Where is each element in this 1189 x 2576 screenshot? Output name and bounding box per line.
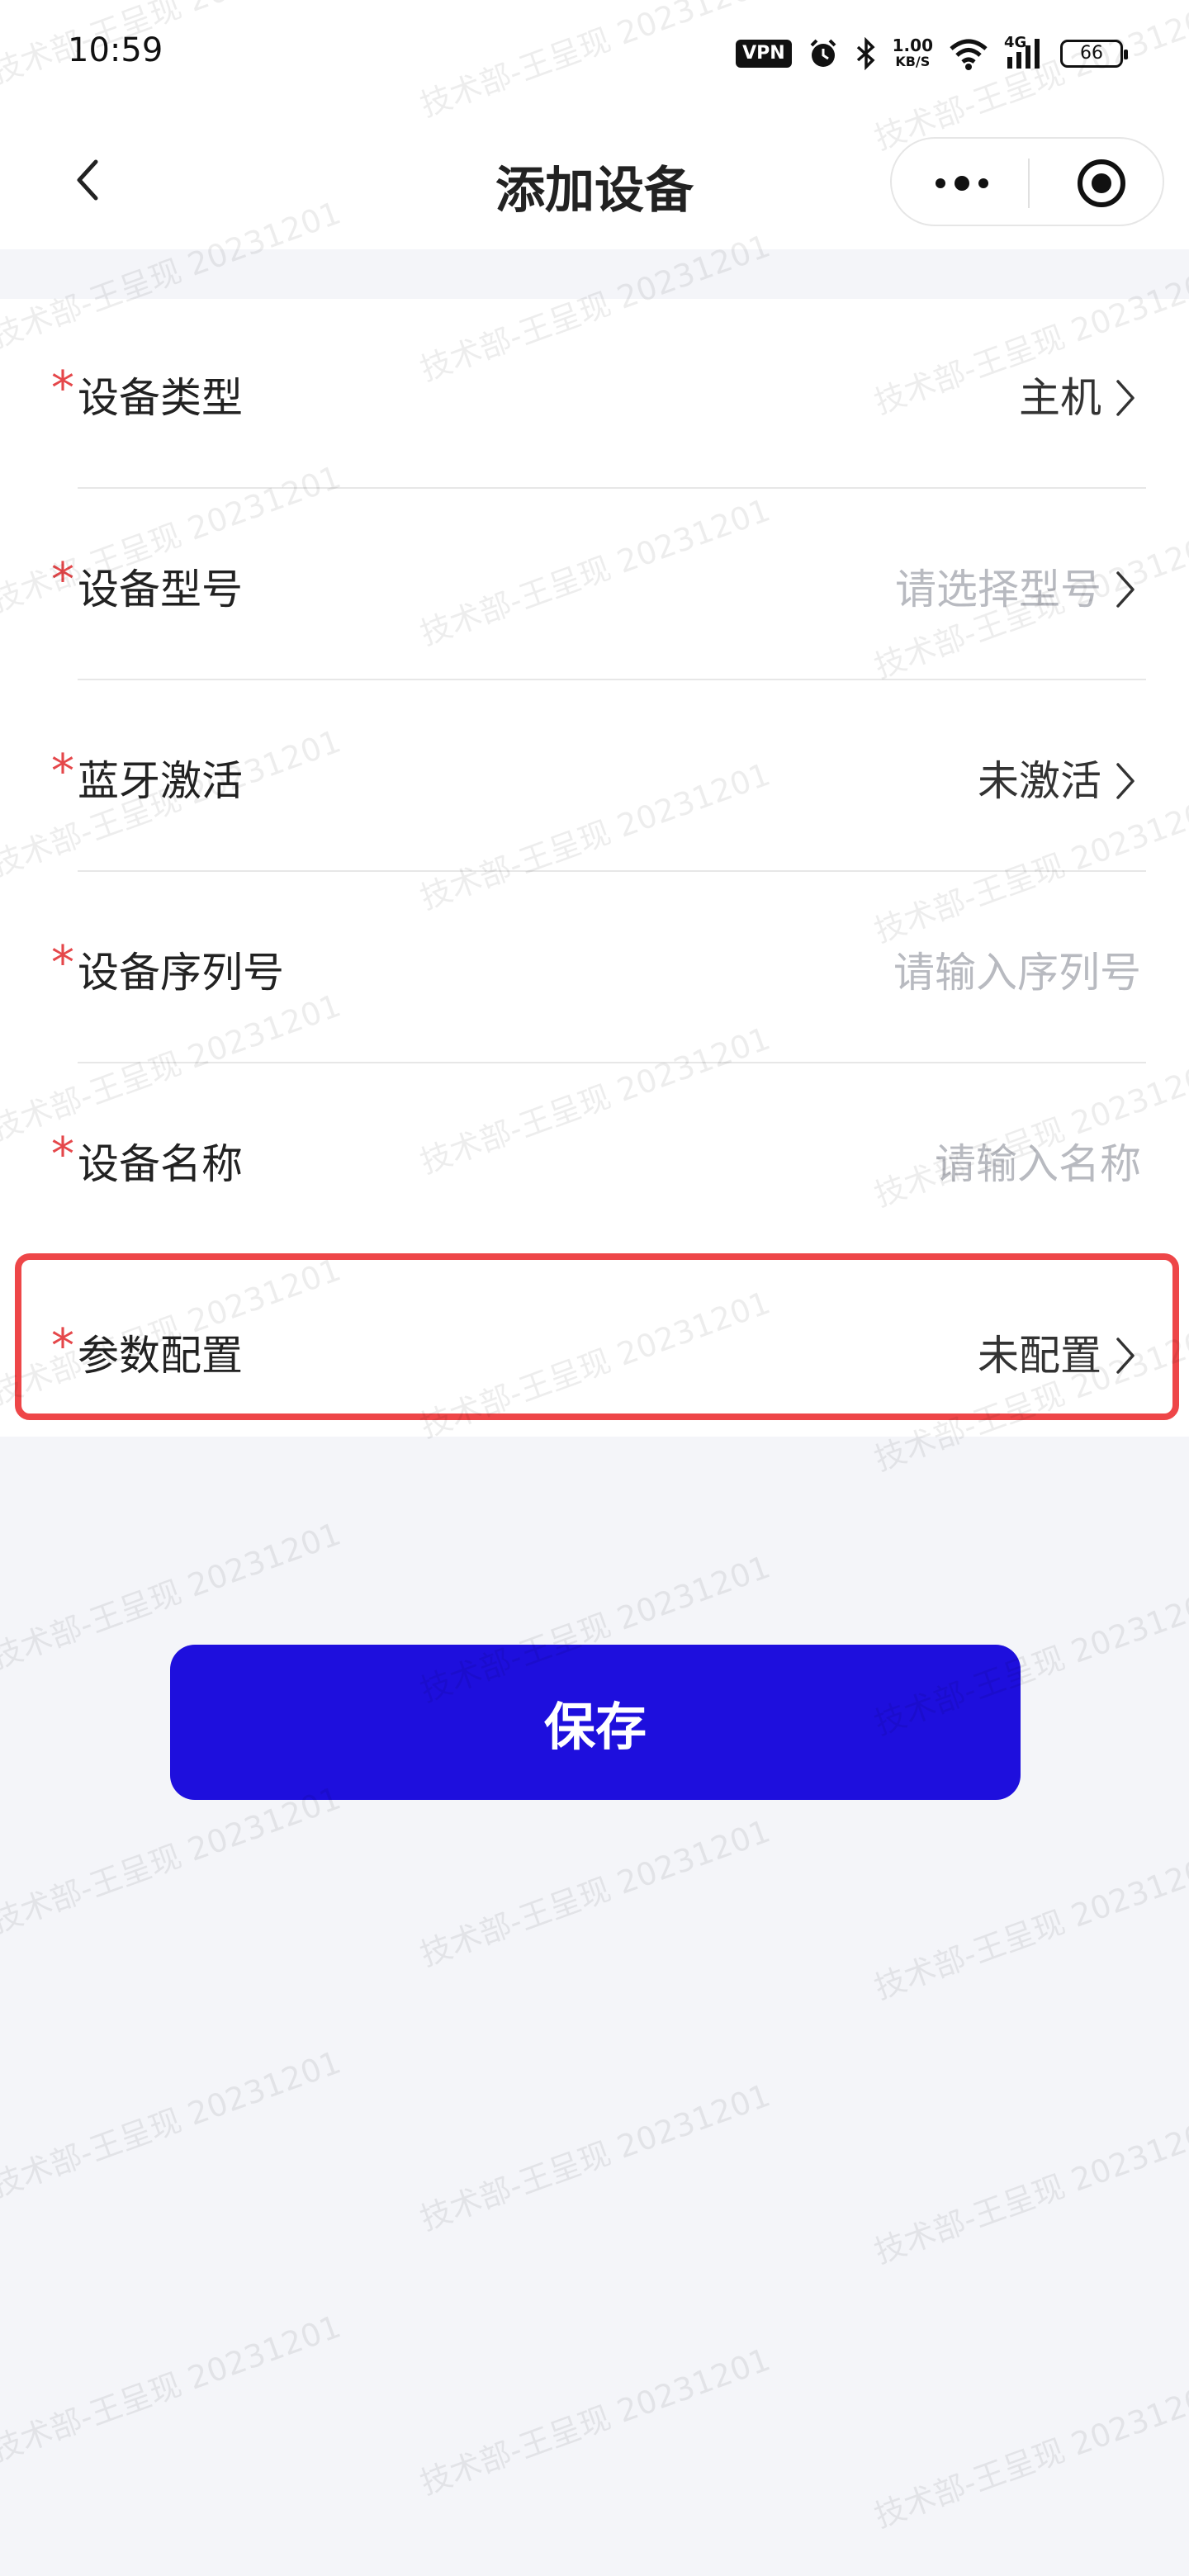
watermark-text: 技术部-王呈现 20231201 [415,1812,775,1973]
capsule-divider [1028,159,1030,208]
battery-indicator: 66 [1060,40,1128,68]
watermark-text: 技术部-王呈现 20231201 [0,2308,346,2469]
form-row[interactable]: * 设备类型 主机 [0,299,1189,489]
form-row[interactable]: * 设备名称 请输入名称 [0,1065,1189,1255]
watermark-text: 技术部-王呈现 20231201 [415,2341,775,2502]
row-label: 蓝牙激活 [78,757,243,805]
row-label: 设备名称 [78,1140,243,1188]
speed-value: 1.00 [892,36,933,55]
required-mark: * [51,1128,74,1181]
nav-bar: 添加设备 [0,107,1189,249]
status-time: 10:59 [68,31,163,69]
row-divider [78,1062,1146,1063]
alarm-icon [810,39,836,67]
row-label: 设备型号 [78,566,243,613]
vpn-badge: VPN [736,40,792,68]
row-value[interactable]: 未激活 [978,748,1101,807]
watermark-text: 技术部-王呈现 20231201 [869,1845,1189,2006]
watermark-text: 技术部-王呈现 20231201 [415,2076,775,2237]
chevron-right-icon [1116,571,1135,608]
status-icons: VPN 1.00 KB/S 4G 66 [736,33,1128,74]
required-mark: * [51,936,74,990]
row-divider [78,870,1146,872]
required-mark: * [51,553,74,607]
form-row[interactable]: * 设备序列号 请输入序列号 [0,874,1189,1063]
target-circle-icon[interactable] [1075,157,1128,210]
status-bar: 10:59 VPN 1.00 KB/S 4G 66 [0,0,1189,107]
row-value[interactable]: 请选择型号 [895,556,1101,616]
row-divider [78,487,1146,489]
row-value[interactable]: 主机 [1019,365,1101,424]
signal-indicator: 4G [1004,34,1045,72]
watermark-text: 技术部-王呈现 20231201 [0,2043,346,2204]
signal-icon [1007,39,1040,69]
more-dots-icon[interactable] [929,163,995,203]
form-row[interactable]: * 设备型号 请选择型号 [0,490,1189,680]
save-button[interactable]: 保存 [170,1645,1021,1800]
wifi-icon [950,39,988,70]
network-speed: 1.00 KB/S [893,37,933,70]
bluetooth-icon [856,37,875,70]
highlight-box [15,1253,1179,1420]
row-label: 设备序列号 [78,949,284,997]
row-divider [78,679,1146,680]
required-mark: * [51,362,74,415]
chevron-right-icon [1116,380,1135,416]
watermark-text: 技术部-王呈现 20231201 [869,2374,1189,2535]
mini-program-capsule [890,137,1164,226]
required-mark: * [51,745,74,798]
chevron-right-icon [1116,763,1135,799]
watermark-text: 技术部-王呈现 20231201 [869,2110,1189,2271]
row-label: 设备类型 [78,374,243,422]
row-input[interactable]: 请输入名称 [935,1131,1141,1191]
form-row[interactable]: * 蓝牙激活 未激活 [0,682,1189,872]
speed-unit: KB/S [895,54,931,69]
row-input[interactable]: 请输入序列号 [893,940,1141,999]
